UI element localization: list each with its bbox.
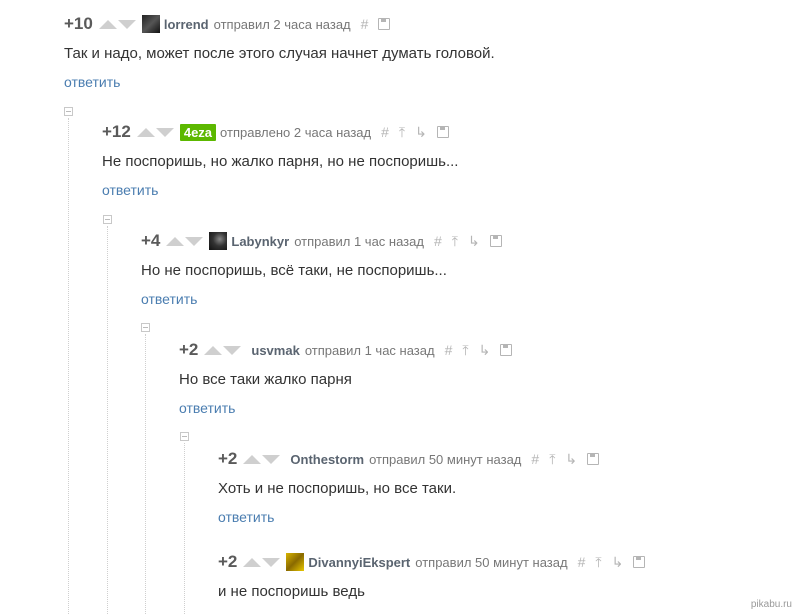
reply-link[interactable]: ответить [179,400,235,416]
comment-rating: +4 [141,231,161,250]
thread-branch-icon[interactable]: ↳ [415,125,427,139]
username[interactable]: DivannyiEkspert [308,555,410,570]
reply-link[interactable]: ответить [64,74,120,90]
comment-rating: +2 [218,449,238,468]
vote-down-icon[interactable] [117,19,136,29]
comment-time: отправил 2 часа назад [213,16,351,32]
comment-text: Хоть и не поспоришь, но все таки. [218,480,457,497]
collapse-toggle[interactable] [180,432,189,441]
thread-branch-icon[interactable]: ↳ [565,452,577,466]
reply-link[interactable]: ответить [141,291,197,307]
save-icon[interactable] [436,126,449,138]
thread-branch-icon[interactable]: ↳ [612,555,624,569]
comment-time: отправил 50 минут назад [415,554,568,570]
vote-up-icon[interactable] [243,454,262,464]
avatar[interactable] [286,553,305,571]
vote-up-icon[interactable] [98,19,117,29]
thread-line [145,334,146,614]
comment-text: Но не поспоришь, всё таки, не поспоришь.… [141,262,447,279]
link-icon[interactable]: # [445,343,453,357]
site-watermark: pikabu.ru [750,599,792,610]
collapse-toggle[interactable] [141,323,150,332]
username[interactable]: lorrend [164,17,209,32]
collapse-toggle[interactable] [103,215,112,224]
parent-comment-icon[interactable]: ⤒ [452,234,458,248]
vote-down-icon[interactable] [223,345,242,355]
thread-branch-icon[interactable]: ↳ [468,234,480,248]
vote-down-icon[interactable] [155,127,174,137]
collapse-toggle[interactable] [64,107,73,116]
parent-comment-icon[interactable]: ⤒ [399,125,405,139]
thread-branch-icon[interactable]: ↳ [479,343,491,357]
username[interactable]: Labynkyr [231,234,289,249]
link-icon[interactable]: # [578,555,586,569]
thread-line [184,443,185,614]
comment-text: Так и надо, может после этого случая нач… [64,45,495,62]
parent-comment-icon[interactable]: ⤒ [549,452,555,466]
comment-time: отправил 50 минут назад [369,451,522,467]
save-icon[interactable] [633,556,646,568]
save-icon[interactable] [489,235,502,247]
comment-text: Не поспоришь, но жалко парня, но не посп… [102,153,459,170]
comment-rating: +12 [102,122,131,141]
comment-text: и не поспоришь ведь [218,583,365,600]
avatar[interactable] [141,15,160,33]
comment-time: отправлено 2 часа назад [220,124,372,140]
link-icon[interactable]: # [381,125,389,139]
save-icon[interactable] [500,344,513,356]
save-icon[interactable] [378,18,391,30]
reply-link[interactable]: ответить [218,509,274,525]
vote-up-icon[interactable] [136,127,155,137]
link-icon[interactable]: # [531,452,539,466]
comment-text: Но все таки жалко парня [179,371,352,388]
vote-down-icon[interactable] [262,557,281,567]
thread-line [68,118,69,614]
reply-link[interactable]: ответить [102,182,158,198]
comment-rating: +10 [64,14,93,33]
link-icon[interactable]: # [434,234,442,248]
vote-down-icon[interactable] [262,454,281,464]
vote-up-icon[interactable] [204,345,223,355]
comment-rating: +2 [218,552,238,571]
thread-line [107,226,108,614]
parent-comment-icon[interactable]: ⤒ [595,555,601,569]
comment-time: отправил 1 час назад [294,233,424,249]
avatar[interactable] [209,232,228,250]
username[interactable]: usvmak [251,343,299,358]
comment-time: отправил 1 час назад [304,342,435,358]
vote-up-icon[interactable] [166,236,185,246]
link-icon[interactable]: # [361,17,369,31]
comment-rating: +2 [179,340,199,359]
username-badge[interactable]: 4eza [179,123,217,141]
username[interactable]: Onthestorm [290,452,364,467]
vote-up-icon[interactable] [243,557,262,567]
save-icon[interactable] [587,453,600,465]
vote-down-icon[interactable] [185,236,204,246]
parent-comment-icon[interactable]: ⤒ [462,343,468,357]
